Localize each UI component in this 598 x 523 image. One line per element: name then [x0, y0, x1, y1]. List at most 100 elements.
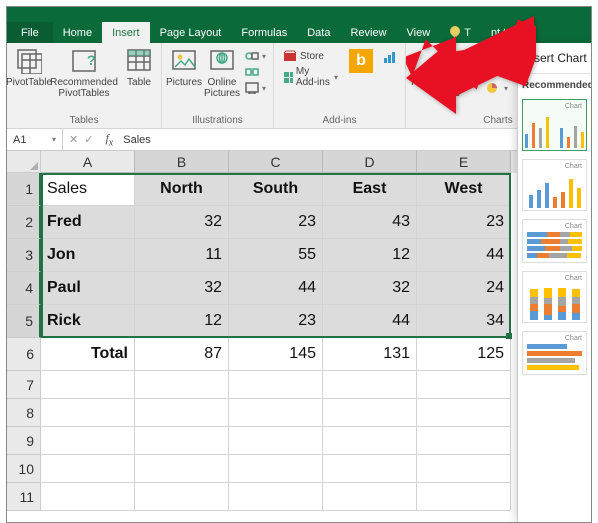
cell[interactable]: 23	[417, 206, 511, 239]
col-header[interactable]: D	[323, 151, 417, 173]
cell[interactable]: North	[135, 173, 229, 206]
screenshot-button[interactable]: ▾	[242, 81, 269, 95]
cell[interactable]	[323, 483, 417, 511]
bing-maps-button[interactable]: b	[347, 47, 375, 75]
cell[interactable]: 32	[323, 272, 417, 305]
chart-type-pie[interactable]: ▾	[482, 81, 511, 95]
cell[interactable]: 145	[229, 338, 323, 371]
cell[interactable]: 44	[229, 272, 323, 305]
col-header[interactable]: E	[417, 151, 511, 173]
store-button[interactable]: Store	[280, 49, 341, 63]
chart-thumb-stacked-col[interactable]: Chart	[522, 271, 587, 323]
col-header[interactable]: A	[41, 151, 135, 173]
cell[interactable]: Fred	[41, 206, 135, 239]
cell[interactable]	[323, 399, 417, 427]
cell[interactable]: 32	[135, 206, 229, 239]
name-box[interactable]: A1▾	[7, 129, 63, 150]
cell[interactable]	[323, 371, 417, 399]
online-pictures-button[interactable]: Online Pictures	[204, 45, 240, 101]
cell[interactable]: Jon	[41, 239, 135, 272]
cell[interactable]	[41, 483, 135, 511]
cell[interactable]: 43	[323, 206, 417, 239]
cell[interactable]	[135, 427, 229, 455]
row-header[interactable]: 8	[7, 399, 41, 427]
chart-thumb-bar2[interactable]: Chart	[522, 159, 587, 211]
tab-data[interactable]: Data	[297, 22, 340, 43]
tab-tell-me[interactable]: T	[440, 21, 481, 43]
row-header[interactable]: 4	[7, 272, 41, 305]
my-addins-button[interactable]: My Add-ins ▾	[280, 65, 341, 89]
cell[interactable]	[229, 371, 323, 399]
row-header[interactable]: 3	[7, 239, 41, 272]
cell[interactable]: 87	[135, 338, 229, 371]
row-header[interactable]: 7	[7, 371, 41, 399]
cell[interactable]	[417, 483, 511, 511]
tab-file[interactable]: File	[7, 22, 53, 43]
col-header[interactable]: B	[135, 151, 229, 173]
cell[interactable]	[417, 399, 511, 427]
cell[interactable]: 55	[229, 239, 323, 272]
cell[interactable]: 24	[417, 272, 511, 305]
cell[interactable]	[41, 427, 135, 455]
cell[interactable]: 11	[135, 239, 229, 272]
cell[interactable]	[229, 427, 323, 455]
cell[interactable]: 34	[417, 305, 511, 338]
chart-thumb-hbar[interactable]: Chart	[522, 331, 587, 375]
row-header[interactable]: 1	[7, 173, 41, 206]
select-all-corner[interactable]	[7, 151, 41, 173]
worksheet-grid[interactable]: A B C D E 1 Sales North South East West …	[7, 151, 591, 511]
cell[interactable]: Paul	[41, 272, 135, 305]
people-graph-button[interactable]	[379, 49, 401, 65]
cell[interactable]: West	[417, 173, 511, 206]
row-header[interactable]: 9	[7, 427, 41, 455]
enter-icon[interactable]: ✓	[84, 133, 93, 146]
cell[interactable]: South	[229, 173, 323, 206]
row-header[interactable]: 2	[7, 206, 41, 239]
cell[interactable]	[229, 455, 323, 483]
cell[interactable]: 44	[417, 239, 511, 272]
tab-home[interactable]: Home	[53, 22, 102, 43]
tab-insert[interactable]: Insert	[102, 22, 150, 43]
row-header[interactable]: 11	[7, 483, 41, 511]
cell[interactable]: Total	[41, 338, 135, 371]
chart-thumb-stacked[interactable]: Chart	[522, 219, 587, 263]
row-header[interactable]: 6	[7, 338, 41, 371]
shapes-button[interactable]: ▾	[242, 49, 269, 63]
cell[interactable]: East	[323, 173, 417, 206]
cell[interactable]	[135, 399, 229, 427]
pictures-button[interactable]: Pictures	[166, 45, 202, 90]
cell[interactable]	[323, 455, 417, 483]
chart-type-bar[interactable]: ▾	[482, 49, 511, 63]
cell[interactable]	[417, 455, 511, 483]
fx-icon[interactable]: fx	[99, 131, 119, 148]
cell[interactable]: 23	[229, 206, 323, 239]
cell[interactable]	[229, 483, 323, 511]
recommended-pivottables-button[interactable]: ? Recommended PivotTables	[49, 45, 119, 101]
cell[interactable]: 12	[135, 305, 229, 338]
tab-view[interactable]: View	[397, 22, 441, 43]
cell[interactable]	[41, 371, 135, 399]
cell[interactable]: 23	[229, 305, 323, 338]
pivottable-button[interactable]: PivotTable	[11, 45, 47, 90]
tab-review[interactable]: Review	[340, 22, 396, 43]
cell[interactable]	[323, 427, 417, 455]
cell[interactable]	[135, 455, 229, 483]
cell[interactable]: 12	[323, 239, 417, 272]
table-button[interactable]: Table	[121, 45, 157, 90]
cell[interactable]	[135, 483, 229, 511]
cell[interactable]	[41, 455, 135, 483]
row-header[interactable]: 10	[7, 455, 41, 483]
row-header[interactable]: 5	[7, 305, 41, 338]
col-header[interactable]: C	[229, 151, 323, 173]
tab-formulas[interactable]: Formulas	[231, 22, 297, 43]
cell[interactable]: 44	[323, 305, 417, 338]
smartart-button[interactable]	[242, 65, 269, 79]
cell[interactable]: Sales	[41, 173, 135, 206]
cancel-icon[interactable]: ✕	[69, 133, 78, 146]
chart-thumb-clustered-bar[interactable]: Chart	[522, 99, 587, 151]
cell[interactable]: 32	[135, 272, 229, 305]
chart-type-line[interactable]: ▾	[482, 65, 511, 79]
cell[interactable]: 125	[417, 338, 511, 371]
cell[interactable]	[417, 427, 511, 455]
cell[interactable]	[229, 399, 323, 427]
